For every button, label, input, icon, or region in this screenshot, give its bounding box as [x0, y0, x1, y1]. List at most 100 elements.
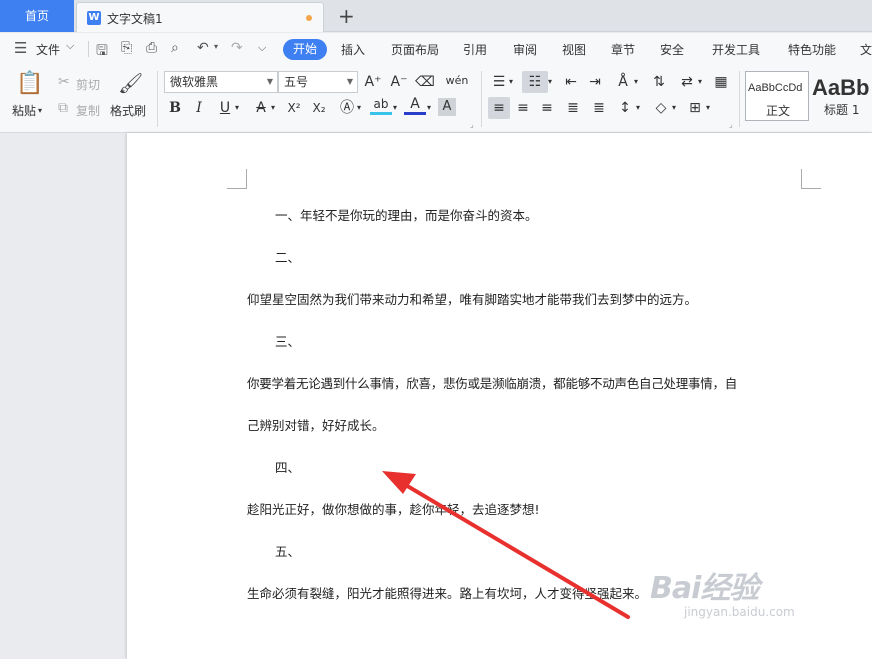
cut-button[interactable]: 剪切	[76, 76, 100, 93]
bullet-dropdown-icon[interactable]: ▾	[509, 77, 513, 86]
numbered-list-icon[interactable]: ☷	[522, 71, 548, 93]
direction-dropdown-icon[interactable]: ▾	[634, 77, 638, 86]
customize-toolbar-icon[interactable]: ⌵	[258, 41, 266, 55]
decrease-indent-icon[interactable]: ⇤	[560, 71, 582, 93]
menu-tab-chapter[interactable]: 章节	[611, 41, 635, 58]
save-icon[interactable]: 🖫	[96, 40, 108, 64]
format-painter-icon[interactable]: 🖌	[118, 71, 143, 95]
text-effect-dropdown-icon[interactable]: ▾	[357, 103, 361, 112]
shading-fill-icon[interactable]: ◇	[650, 97, 672, 119]
paragraph[interactable]: 趁阳光正好，做你想做的事，趁你年轻，去追逐梦想!	[247, 499, 540, 518]
underline-dropdown-icon[interactable]: ▾	[235, 103, 239, 112]
font-dialog-launcher-icon[interactable]: ⌟	[470, 120, 474, 129]
justify-icon[interactable]: ≣	[562, 97, 584, 119]
scissors-icon[interactable]: ✂	[58, 74, 70, 90]
paragraph[interactable]: 三、	[275, 331, 300, 350]
font-name-select[interactable]: 微软雅黑 ▼	[164, 71, 278, 93]
paragraph[interactable]: 生命必须有裂缝，阳光才能照得进来。路上有坎坷，人才变得坚强起来。	[247, 583, 647, 602]
strikethrough-button[interactable]: A	[250, 97, 272, 119]
paragraph-dialog-launcher-icon[interactable]: ⌟	[729, 120, 733, 129]
paste-dropdown-icon[interactable]: ▾	[38, 106, 42, 115]
tab-home[interactable]: 首页	[0, 0, 74, 32]
align-center-icon[interactable]: ≡	[512, 97, 534, 119]
marks-dropdown-icon[interactable]: ▾	[698, 77, 702, 86]
margin-corner-mark	[227, 169, 247, 189]
undo-dropdown-icon[interactable]: ▾	[214, 42, 218, 51]
tab-document[interactable]: W 文字文稿1	[76, 2, 324, 32]
home-ribbon: 📋 粘贴 ▾ ✂ 剪切 ⧉ 复制 🖌 格式刷 微软雅黑 ▼ 五号 ▼ A⁺ A⁻…	[0, 65, 872, 133]
distributed-align-icon[interactable]: ≣	[588, 97, 610, 119]
subscript-button[interactable]: X₂	[308, 97, 330, 119]
text-effect-icon[interactable]: Ⓐ	[336, 97, 358, 119]
highlight-dropdown-icon[interactable]: ▾	[393, 103, 397, 112]
increase-indent-icon[interactable]: ⇥	[584, 71, 606, 93]
table-grid-icon[interactable]: ▦	[710, 71, 732, 93]
bullet-list-icon[interactable]: ☰	[488, 71, 510, 93]
borders-dropdown-icon[interactable]: ▾	[706, 103, 710, 112]
paragraph[interactable]: 你要学着无论遇到什么事情，欣喜，悲伤或是濒临崩溃，都能够不动声色自己处理事情，自	[247, 373, 737, 392]
font-size-select[interactable]: 五号 ▼	[278, 71, 358, 93]
new-tab-button[interactable]: +	[338, 3, 355, 29]
menu-tab-developer[interactable]: 开发工具	[712, 41, 760, 58]
paragraph[interactable]: 二、	[275, 247, 300, 266]
italic-button[interactable]: I	[188, 97, 210, 119]
show-marks-icon[interactable]: ⇄	[676, 71, 698, 93]
menu-tab-page-layout[interactable]: 页面布局	[391, 41, 439, 58]
menu-tab-home[interactable]: 开始	[283, 39, 327, 60]
align-left-icon[interactable]: ≡	[488, 97, 510, 119]
undo-icon[interactable]: ↶	[197, 40, 209, 56]
menu-tab-view[interactable]: 视图	[562, 41, 586, 58]
font-size-value: 五号	[284, 75, 309, 89]
group-divider	[481, 71, 482, 127]
baidu-jingyan-watermark: Bai经验 jingyan.baidu.com	[650, 563, 795, 619]
font-color-dropdown-icon[interactable]: ▾	[427, 103, 431, 112]
hamburger-menu-icon[interactable]: ☰	[14, 39, 27, 57]
line-spacing-icon[interactable]: ↕	[614, 97, 636, 119]
redo-icon[interactable]: ↷	[231, 40, 243, 56]
menu-tab-review[interactable]: 审阅	[513, 41, 537, 58]
bold-button[interactable]: B	[164, 97, 186, 119]
menu-tab-more[interactable]: 文	[860, 41, 872, 58]
strike-dropdown-icon[interactable]: ▾	[271, 103, 275, 112]
paste-button[interactable]: 粘贴	[12, 102, 36, 119]
superscript-button[interactable]: X²	[283, 97, 305, 119]
highlight-button[interactable]: ab	[370, 95, 392, 115]
paragraph[interactable]: 四、	[275, 457, 300, 476]
export-pdf-icon[interactable]: ⎘	[121, 40, 132, 56]
chevron-down-icon[interactable]: ⌵	[66, 39, 74, 53]
align-right-icon[interactable]: ≡	[536, 97, 558, 119]
text-direction-icon[interactable]: Å	[612, 71, 634, 93]
group-divider	[157, 71, 158, 127]
fill-dropdown-icon[interactable]: ▾	[672, 103, 676, 112]
grow-font-button[interactable]: A⁺	[362, 71, 384, 93]
underline-button[interactable]: U	[214, 97, 236, 119]
menu-tab-references[interactable]: 引用	[463, 41, 487, 58]
borders-icon[interactable]: ⊞	[684, 97, 706, 119]
paragraph[interactable]: 仰望星空固然为我们带来动力和希望，唯有脚踏实地才能带我们去到梦中的远方。	[247, 289, 697, 308]
font-color-button[interactable]: A	[404, 95, 426, 115]
pinyin-guide-button[interactable]: wén	[440, 70, 474, 92]
copy-button[interactable]: 复制	[76, 102, 100, 119]
style-heading-1[interactable]: AaBb 标题 1	[810, 71, 872, 121]
shrink-font-button[interactable]: A⁻	[388, 71, 410, 93]
copy-icon[interactable]: ⧉	[58, 100, 68, 116]
menu-tab-special[interactable]: 特色功能	[788, 41, 836, 58]
sort-icon[interactable]: ⇅	[648, 71, 670, 93]
menu-tab-security[interactable]: 安全	[660, 41, 684, 58]
menu-tab-insert[interactable]: 插入	[341, 41, 365, 58]
paste-icon[interactable]: 📋	[16, 71, 43, 97]
watermark-brand: Bai经验	[650, 571, 759, 606]
group-divider	[739, 71, 740, 127]
spacing-dropdown-icon[interactable]: ▾	[636, 103, 640, 112]
format-painter-button[interactable]: 格式刷	[110, 102, 146, 119]
menu-file[interactable]: 文件	[36, 41, 60, 58]
print-preview-icon[interactable]: ⌕	[171, 40, 179, 56]
style-normal[interactable]: AaBbCcDd 正文	[745, 71, 809, 121]
clear-format-icon[interactable]: ⌫	[414, 71, 436, 93]
char-shading-button[interactable]: A	[438, 98, 456, 116]
paragraph[interactable]: 己辨别对错，好好成长。	[247, 415, 385, 434]
print-icon[interactable]: ⎙	[146, 40, 157, 56]
numbering-dropdown-icon[interactable]: ▾	[548, 77, 552, 86]
paragraph[interactable]: 一、年轻不是你玩的理由，而是你奋斗的资本。	[275, 205, 538, 224]
paragraph[interactable]: 五、	[275, 541, 300, 560]
